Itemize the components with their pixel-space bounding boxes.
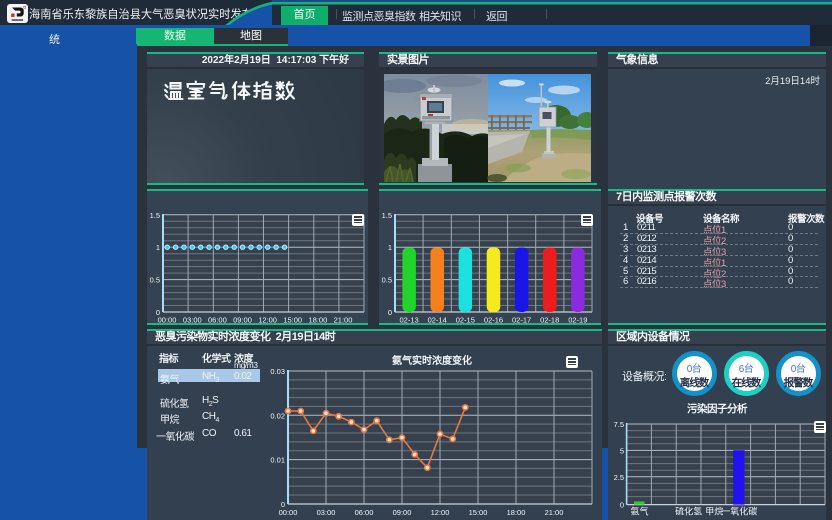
svg-text:12:00: 12:00 bbox=[258, 316, 277, 325]
svg-text:0.01: 0.01 bbox=[270, 456, 285, 465]
svg-text:00:00: 00:00 bbox=[279, 508, 298, 517]
svg-text:5: 5 bbox=[620, 446, 624, 455]
svg-text:09:00: 09:00 bbox=[233, 316, 252, 325]
svg-text:1.5: 1.5 bbox=[150, 211, 160, 220]
svg-text:0.02: 0.02 bbox=[270, 411, 285, 420]
svg-text:0: 0 bbox=[388, 308, 392, 317]
svg-text:06:00: 06:00 bbox=[355, 508, 374, 517]
svg-text:1: 1 bbox=[388, 243, 392, 252]
svg-text:一氧化碳: 一氧化碳 bbox=[721, 506, 757, 517]
svg-text:21:00: 21:00 bbox=[334, 316, 353, 325]
svg-text:0: 0 bbox=[620, 501, 624, 510]
svg-text:1.5: 1.5 bbox=[382, 211, 392, 220]
svg-text:2.5: 2.5 bbox=[614, 473, 624, 482]
svg-text:00:00: 00:00 bbox=[158, 316, 177, 325]
svg-text:1: 1 bbox=[156, 243, 160, 252]
svg-text:18:00: 18:00 bbox=[507, 508, 526, 517]
svg-text:氨气: 氨气 bbox=[630, 506, 648, 517]
svg-text:02-14: 02-14 bbox=[428, 316, 447, 325]
svg-text:15:00: 15:00 bbox=[469, 508, 488, 517]
svg-text:03:00: 03:00 bbox=[183, 316, 202, 325]
svg-text:15:00: 15:00 bbox=[283, 316, 302, 325]
svg-text:02-13: 02-13 bbox=[400, 316, 419, 325]
svg-text:0.5: 0.5 bbox=[382, 276, 392, 285]
svg-text:18:00: 18:00 bbox=[309, 316, 328, 325]
svg-text:7.5: 7.5 bbox=[614, 420, 624, 429]
svg-text:02-17: 02-17 bbox=[512, 316, 531, 325]
svg-text:0.5: 0.5 bbox=[150, 276, 160, 285]
svg-text:21:00: 21:00 bbox=[545, 508, 564, 517]
svg-text:02-18: 02-18 bbox=[540, 316, 559, 325]
svg-text:硫化氢: 硫化氢 bbox=[675, 506, 702, 517]
svg-text:02-19: 02-19 bbox=[568, 316, 587, 325]
svg-text:0.03: 0.03 bbox=[270, 367, 285, 376]
svg-text:12:00: 12:00 bbox=[431, 508, 450, 517]
svg-text:06:00: 06:00 bbox=[208, 316, 227, 325]
svg-text:02-16: 02-16 bbox=[484, 316, 503, 325]
svg-text:03:00: 03:00 bbox=[317, 508, 336, 517]
svg-text:02-15: 02-15 bbox=[456, 316, 475, 325]
svg-text:09:00: 09:00 bbox=[393, 508, 412, 517]
